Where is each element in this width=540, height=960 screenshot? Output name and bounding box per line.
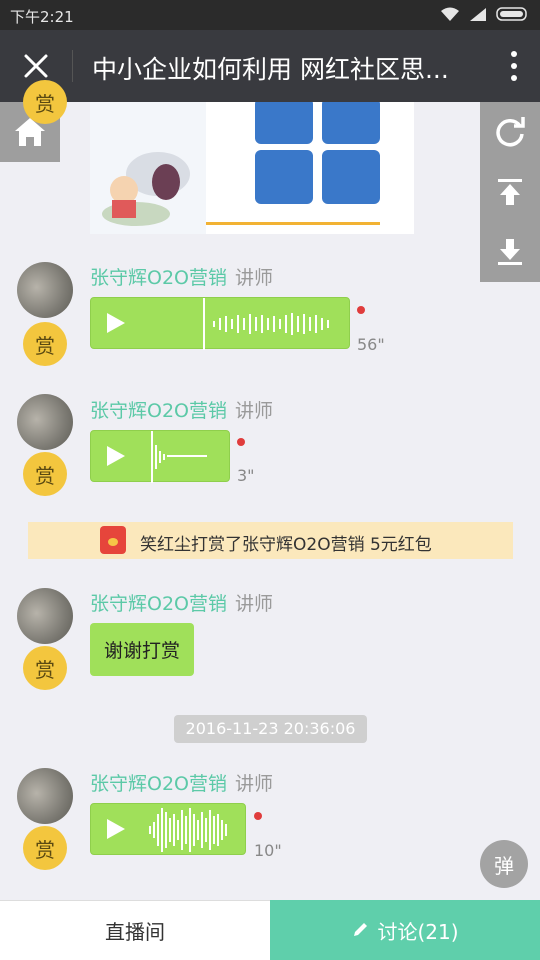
play-icon [107,446,125,466]
red-envelope-icon [100,526,126,554]
battery-icon [496,7,527,21]
cartoon-illustration [102,152,190,226]
text-message[interactable]: 谢谢打赏 [90,623,195,676]
voice-message[interactable] [90,803,246,855]
scroll-top-button[interactable] [480,162,540,222]
voice-duration: 3" [237,466,255,485]
sender-name: 张守辉O2O营销 讲师 [90,593,274,615]
role-label: 讲师 [235,400,274,422]
avatar[interactable] [17,262,73,318]
voice-message[interactable] [90,430,230,483]
waveform-icon [151,431,207,483]
unread-dot [357,306,365,314]
wifi-icon [441,7,459,21]
status-time: 下午2:21 [10,8,74,26]
refresh-button[interactable] [480,102,540,162]
tab-live-room[interactable]: 直播间 [0,900,270,960]
nav-bar: 中小企业如何利用 网红社区思... [0,30,540,102]
reward-button[interactable]: 赏 [23,322,67,366]
pencil-icon [354,923,368,936]
voice-duration: 56" [357,335,385,354]
more-icon[interactable] [508,48,520,84]
reward-notice: 笑红尘打赏了张守辉O2O营销 5元红包 [28,522,513,559]
sender-name: 张守辉O2O营销 讲师 [90,400,274,422]
play-icon [107,819,125,839]
reward-button[interactable]: 赏 [23,452,67,496]
waveform-icon [203,298,329,350]
avatar[interactable] [17,588,73,644]
role-label: 讲师 [235,267,274,289]
unread-dot [237,438,245,446]
avatar[interactable] [17,394,73,450]
voice-duration: 10" [254,841,282,860]
nav-separator [72,50,73,82]
scroll-bottom-icon [498,239,522,265]
bottom-tabbar: 直播间 讨论(21) [0,900,540,960]
danmu-button[interactable]: 弹 [480,840,528,888]
scroll-top-icon [498,179,522,205]
scroll-bottom-button[interactable] [480,222,540,282]
refresh-icon [496,117,525,147]
avatar[interactable] [17,768,73,824]
reward-button[interactable]: 赏 [23,826,67,870]
sender-name: 张守辉O2O营销 讲师 [90,773,274,795]
timestamp: 2016-11-23 20:36:06 [174,715,367,743]
voice-message[interactable] [90,297,350,350]
sender-name: 张守辉O2O营销 讲师 [90,267,274,289]
role-label: 讲师 [235,593,274,615]
slide-image[interactable] [90,102,414,234]
tab-discussion[interactable]: 讨论(21) [270,900,540,960]
reward-button[interactable]: 赏 [23,646,67,690]
signal-icon [470,8,486,21]
side-toolbar [480,102,540,282]
reward-notice-text: 笑红尘打赏了张守辉O2O营销 5元红包 [140,535,432,555]
status-bar: 下午2:21 [0,0,540,30]
role-label: 讲师 [235,773,274,795]
waveform-icon [149,808,227,852]
page-title: 中小企业如何利用 网红社区思... [92,55,449,84]
reward-button[interactable]: 赏 [23,80,67,124]
unread-dot [254,812,262,820]
close-icon[interactable] [18,48,54,84]
play-icon [107,313,125,333]
